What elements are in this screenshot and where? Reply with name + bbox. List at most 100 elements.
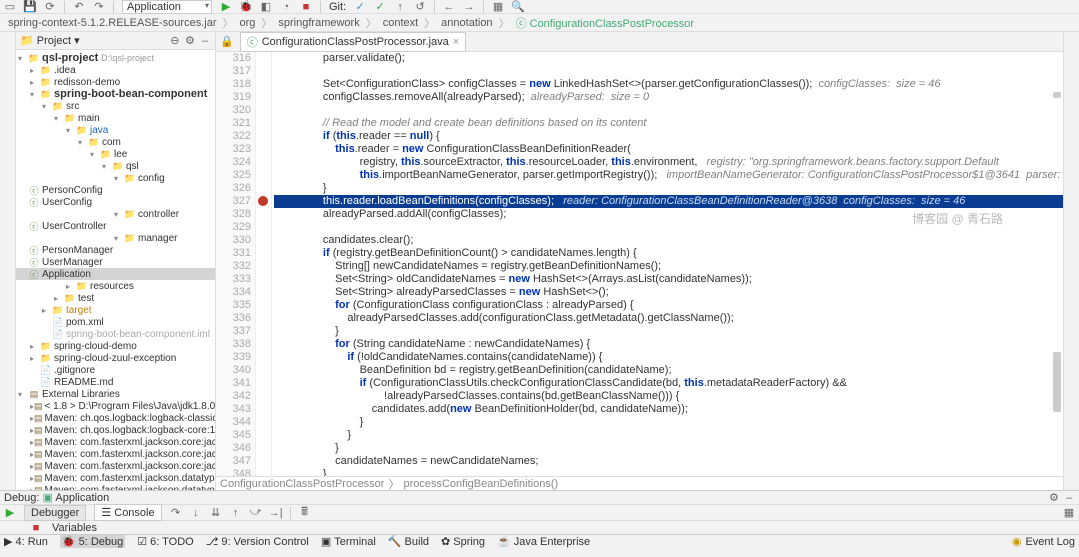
debug-icon[interactable]: 🐞 (240, 1, 252, 13)
tree-lib-item[interactable]: ▸▤Maven: com.fasterxml.jackson.datatype:… (16, 484, 215, 490)
left-tool-stripe[interactable] (0, 32, 16, 490)
right-tool-stripe[interactable] (1063, 32, 1079, 490)
tree-lib-item[interactable]: ▸▤Maven: ch.qos.logback:logback-core:1.2… (16, 424, 215, 436)
structure-icon[interactable]: ▦ (492, 1, 504, 13)
layout-icon[interactable]: ▦ (1063, 507, 1075, 519)
spring-tool-button[interactable]: ✿ Spring (441, 535, 485, 548)
step-out-icon[interactable]: ↑ (230, 507, 242, 519)
project-tree[interactable]: ▾📁qsl-project D:\qsl-project▸📁.idea▸📁red… (16, 50, 215, 490)
tree-ext-libs[interactable]: ▾▤External Libraries (16, 388, 215, 400)
vcs-tool-button[interactable]: ⎇ 9: Version Control (206, 535, 309, 548)
error-stripe-mark[interactable] (1053, 92, 1061, 98)
tree-lib-item[interactable]: ▸▤Maven: com.fasterxml.jackson.core:jack… (16, 436, 215, 448)
crumb[interactable]: org (235, 16, 259, 30)
tree-item[interactable]: 📄.gitignore (16, 364, 215, 376)
git-history-icon[interactable]: ↺ (414, 1, 426, 13)
run-to-cursor-icon[interactable]: →| (270, 507, 282, 519)
tree-item[interactable]: ▾📁controller (16, 208, 215, 220)
crumb-class[interactable]: ConfigurationClassPostProcessor (220, 478, 384, 490)
close-tab-icon[interactable]: × (453, 36, 459, 48)
crumb[interactable]: spring-context-5.1.2.RELEASE-sources.jar (4, 16, 220, 30)
tree-item[interactable]: ▾📁manager (16, 232, 215, 244)
crumb[interactable]: annotation (437, 16, 496, 30)
force-step-into-icon[interactable]: ⇊ (210, 507, 222, 519)
debug-settings-icon[interactable]: ⚙ (1048, 491, 1060, 503)
crumb[interactable]: springframework (274, 16, 363, 30)
gutter-breakpoints[interactable] (256, 52, 272, 476)
search-icon[interactable]: 🔍 (512, 1, 524, 13)
tree-lib-item[interactable]: ▸▤Maven: com.fasterxml.jackson.core:jack… (16, 460, 215, 472)
run-tool-button[interactable]: ▶ 4: Run (4, 535, 48, 548)
tree-item[interactable]: 📄spring-boot-bean-component.iml (16, 328, 215, 340)
tree-item[interactable]: ⓒPersonManager (16, 244, 215, 256)
forward-icon[interactable]: → (463, 1, 475, 13)
step-into-icon[interactable]: ↓ (190, 507, 202, 519)
git-pull-icon[interactable]: ✓ (354, 1, 366, 13)
back-icon[interactable]: ← (443, 1, 455, 13)
tree-item[interactable]: ▾📁main (16, 112, 215, 124)
run-icon[interactable]: ▶ (220, 1, 232, 13)
debugger-tab[interactable]: Debugger (24, 505, 86, 521)
tree-item[interactable]: ▸📁test (16, 292, 215, 304)
resume-icon[interactable]: ▶ (4, 507, 16, 519)
event-log-button[interactable]: ◉ Event Log (1012, 535, 1075, 548)
tree-item[interactable]: ▾📁config (16, 172, 215, 184)
profile-icon[interactable]: ◔ (280, 1, 292, 13)
redo-icon[interactable]: ↷ (93, 1, 105, 13)
tree-item[interactable]: ▾📁spring-boot-bean-component (16, 88, 215, 100)
tree-item[interactable]: ▸📁target (16, 304, 215, 316)
evaluate-icon[interactable]: 🖩 (299, 507, 311, 519)
todo-tool-button[interactable]: ☑ 6: TODO (137, 535, 193, 548)
coverage-icon[interactable]: ◧ (260, 1, 272, 13)
tree-item[interactable]: ▸📁redisson-demo (16, 76, 215, 88)
crumb[interactable]: context (379, 16, 422, 30)
stop-icon[interactable]: ■ (300, 1, 312, 13)
tree-item[interactable]: ▸📁spring-cloud-zuul-exception (16, 352, 215, 364)
debug-hide-icon[interactable]: – (1063, 492, 1075, 504)
scrollbar-thumb[interactable] (1053, 352, 1061, 412)
step-over-icon[interactable]: ↷ (170, 507, 182, 519)
crumb[interactable]: ⓒ ConfigurationClassPostProcessor (512, 14, 699, 32)
tree-item[interactable]: ⓒApplication (16, 268, 215, 280)
undo-icon[interactable]: ↶ (73, 1, 85, 13)
editor-tab[interactable]: ⓒ ConfigurationClassPostProcessor.java × (240, 32, 467, 52)
tree-root[interactable]: ▾📁qsl-project D:\qsl-project (16, 52, 215, 64)
tree-item[interactable]: 📄pom.xml (16, 316, 215, 328)
jee-tool-button[interactable]: ☕ Java Enterprise (497, 535, 590, 548)
git-push-icon[interactable]: ↑ (394, 1, 406, 13)
tree-item[interactable]: ▾📁com (16, 136, 215, 148)
git-commit-icon[interactable]: ✓ (374, 1, 386, 13)
tree-item[interactable]: ⓒUserConfig (16, 196, 215, 208)
tree-item[interactable]: ▾📁src (16, 100, 215, 112)
breakpoint-icon[interactable] (258, 196, 268, 206)
tree-lib-item[interactable]: ▸▤Maven: com.fasterxml.jackson.core:jack… (16, 448, 215, 460)
tree-item[interactable]: ▾📁qsl (16, 160, 215, 172)
tree-item[interactable]: ▾📁lee (16, 148, 215, 160)
tree-item[interactable]: ⓒUserManager (16, 256, 215, 268)
terminal-tool-button[interactable]: ▣ Terminal (321, 535, 376, 548)
debug-tool-button[interactable]: 🐞 5: Debug (60, 535, 125, 548)
code-area[interactable]: parser.validate(); Set<ConfigurationClas… (272, 52, 1063, 476)
drop-frame-icon[interactable]: ⤻ (250, 507, 262, 519)
stop-debug-icon[interactable]: ■ (30, 522, 42, 534)
tree-item[interactable]: ▸📁resources (16, 280, 215, 292)
tree-item[interactable]: ▸📁spring-cloud-demo (16, 340, 215, 352)
collapse-icon[interactable]: ⊖ (169, 34, 181, 46)
run-config-dropdown[interactable]: Application (122, 0, 212, 14)
open-icon[interactable]: ▭ (4, 1, 16, 13)
gutter[interactable]: 3163173183193203213223233243253263273283… (216, 52, 256, 476)
settings-icon[interactable]: ⚙ (184, 34, 196, 46)
save-icon[interactable]: 💾 (24, 1, 36, 13)
tree-item[interactable]: ▸📁.idea (16, 64, 215, 76)
console-tab[interactable]: ☰ Console (94, 504, 161, 521)
tree-item[interactable]: ▾📁java (16, 124, 215, 136)
tree-lib-item[interactable]: ▸▤< 1.8 > D:\Program Files\Java\jdk1.8.0… (16, 400, 215, 412)
refresh-icon[interactable]: ⟳ (44, 1, 56, 13)
tree-lib-item[interactable]: ▸▤Maven: com.fasterxml.jackson.datatype:… (16, 472, 215, 484)
tree-item[interactable]: 📄README.md (16, 376, 215, 388)
hide-icon[interactable]: – (199, 35, 211, 47)
tree-lib-item[interactable]: ▸▤Maven: ch.qos.logback:logback-classic:… (16, 412, 215, 424)
crumb-method[interactable]: processConfigBeanDefinitions() (403, 478, 558, 490)
build-tool-button[interactable]: 🔨 Build (388, 535, 429, 548)
tree-item[interactable]: ⓒUserController (16, 220, 215, 232)
